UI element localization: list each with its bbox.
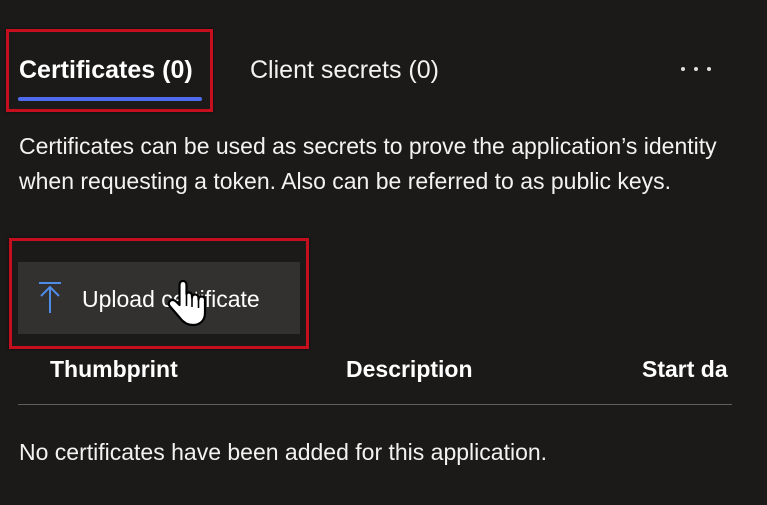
column-header-description: Description [346, 356, 473, 382]
more-options-button[interactable] [672, 52, 720, 86]
table-header-divider [18, 404, 732, 405]
tab-certificates[interactable]: Certificates (0) [19, 53, 193, 87]
hand-pointer-cursor-icon [167, 279, 207, 327]
empty-table-message: No certificates have been added for this… [19, 439, 548, 465]
tab-client-secrets[interactable]: Client secrets (0) [250, 53, 439, 87]
upload-certificate-button[interactable]: Upload certificate [18, 262, 300, 334]
ellipsis-icon [681, 67, 685, 71]
column-header-thumbprint: Thumbprint [50, 356, 178, 382]
ellipsis-dot [707, 67, 711, 71]
certificates-description: Certificates can be used as secrets to p… [19, 133, 717, 194]
ellipsis-dot [694, 67, 698, 71]
column-header-start-date: Start da [642, 356, 728, 382]
active-tab-indicator [18, 97, 202, 101]
upload-arrow-icon [39, 282, 61, 313]
